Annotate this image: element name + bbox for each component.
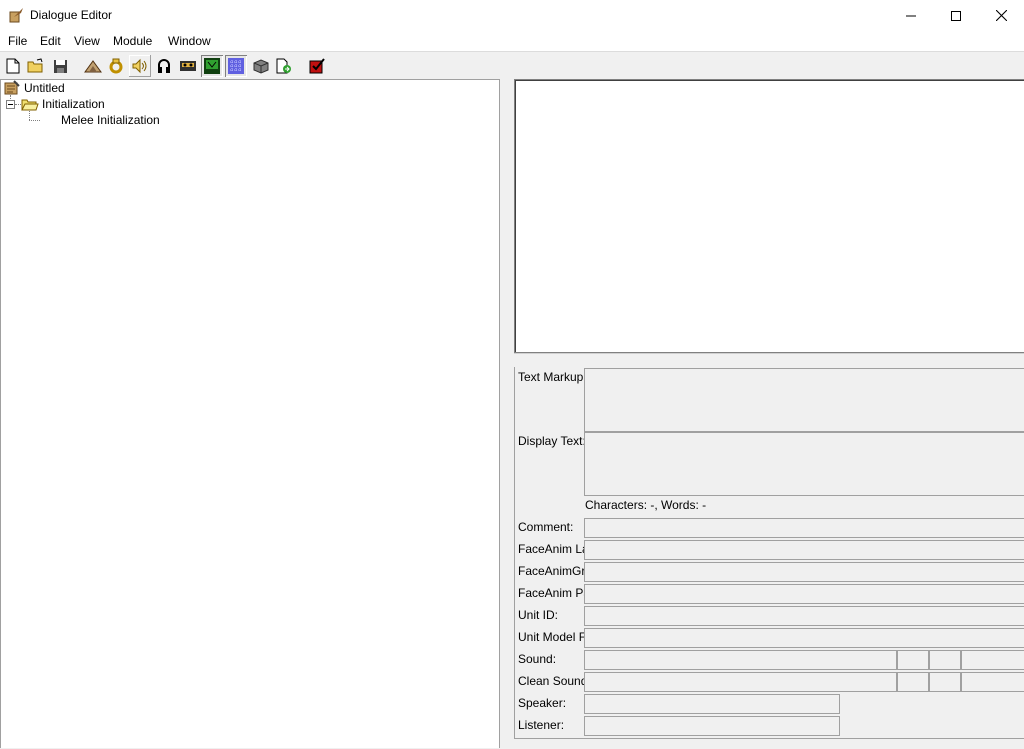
preview-area[interactable]	[514, 79, 1024, 353]
tree-node-melee-initialization[interactable]: Melee Initialization	[60, 112, 161, 128]
comment-label: Comment:	[518, 520, 574, 534]
tree-node-initialization[interactable]: Initialization	[21, 96, 106, 112]
ring-icon	[109, 58, 123, 74]
character-word-count: Characters: -, Words: -	[585, 498, 707, 512]
collapse-toggle[interactable]	[6, 100, 15, 109]
sound-field[interactable]	[584, 650, 897, 670]
terrain-icon	[84, 60, 102, 73]
sound-play-button[interactable]	[897, 650, 929, 670]
ring-button[interactable]	[105, 55, 127, 77]
clean-sound-stop-button[interactable]	[929, 672, 961, 692]
horizontal-scrollbar[interactable]	[514, 353, 1024, 368]
noise-icon	[228, 58, 244, 74]
sound-stop-button[interactable]	[929, 650, 961, 670]
monitor-button[interactable]	[201, 55, 223, 77]
listener-label: Listener:	[518, 718, 565, 732]
speaker-label: Speaker:	[518, 696, 567, 710]
sound-speaker-icon	[132, 58, 147, 74]
folder-open-icon	[21, 99, 39, 111]
clean-sound-browse-button[interactable]	[961, 672, 1024, 692]
faceanim-label-label: FaceAnim Label:	[518, 542, 584, 556]
package-button[interactable]	[250, 55, 272, 77]
save-button[interactable]	[49, 55, 71, 77]
noise-button[interactable]	[225, 55, 247, 77]
unit-model-file-label: Unit Model File:	[518, 630, 584, 644]
clean-sound-label: Clean Sound:	[518, 674, 584, 688]
menu-window[interactable]: Window	[168, 34, 211, 48]
faceanim-group-label: FaceAnimGroup:	[518, 564, 584, 578]
close-icon	[995, 10, 1007, 21]
checkbox-button[interactable]	[306, 55, 328, 77]
display-text-field[interactable]	[584, 432, 1024, 496]
sound-label: Sound:	[518, 652, 557, 666]
scroll-document-icon	[4, 80, 20, 95]
tree-view[interactable]: Untitled Initialization Melee Initializa…	[0, 79, 500, 748]
save-disk-icon	[53, 59, 67, 73]
maximize-icon	[951, 10, 961, 21]
text-markup-field[interactable]	[584, 368, 1024, 432]
tape-icon	[180, 61, 196, 71]
properties-panel: Text Markup: Display Text: Characters: -…	[514, 367, 1024, 748]
monitor-icon	[204, 58, 220, 74]
text-markup-label: Text Markup:	[518, 370, 584, 384]
checkbox-icon	[309, 58, 325, 74]
menu-view[interactable]: View	[74, 34, 100, 48]
title-bar: Dialogue Editor	[0, 0, 1024, 31]
tree-label-initialization: Initialization	[42, 97, 105, 111]
unit-model-file-field[interactable]	[584, 628, 1024, 648]
sound-browse-button[interactable]	[961, 650, 1024, 670]
menu-file[interactable]: File	[8, 34, 27, 48]
menu-edit[interactable]: Edit	[40, 34, 61, 48]
headphones-icon	[158, 59, 170, 73]
tree-line	[29, 120, 40, 121]
tree-label-melee-initialization: Melee Initialization	[61, 113, 160, 127]
faceanim-group-field[interactable]	[584, 562, 1024, 582]
maximize-button[interactable]	[933, 0, 979, 31]
minimize-button[interactable]	[888, 0, 934, 31]
open-button[interactable]	[25, 55, 47, 77]
package-icon	[253, 59, 269, 74]
menu-bar: File Edit View Module Window	[0, 31, 1024, 52]
clean-sound-play-button[interactable]	[897, 672, 929, 692]
tree-label-root: Untitled	[24, 81, 65, 95]
window-title: Dialogue Editor	[30, 8, 113, 22]
faceanim-label-field[interactable]	[584, 540, 1024, 560]
clean-sound-field[interactable]	[584, 672, 897, 692]
listener-field[interactable]	[584, 716, 840, 736]
close-button[interactable]	[978, 0, 1024, 31]
faceanim-path-label: FaceAnim Path:	[518, 586, 584, 600]
new-file-icon	[6, 58, 20, 74]
unit-id-field[interactable]	[584, 606, 1024, 626]
pane-splitter[interactable]	[501, 79, 512, 748]
tree-line	[29, 111, 30, 120]
minimize-icon	[906, 15, 916, 16]
headphones-button[interactable]	[153, 55, 175, 77]
comment-field[interactable]	[584, 518, 1024, 538]
display-text-label: Display Text:	[518, 434, 584, 448]
new-button[interactable]	[2, 55, 24, 77]
menu-module[interactable]: Module	[113, 34, 152, 48]
app-quill-icon	[9, 8, 23, 23]
toolbar	[0, 52, 1024, 78]
tape-button[interactable]	[177, 55, 199, 77]
faceanim-path-field[interactable]	[584, 584, 1024, 604]
tree-node-root[interactable]: Untitled	[3, 80, 66, 96]
speaker-field[interactable]	[584, 694, 840, 714]
export-button[interactable]	[273, 55, 295, 77]
unit-id-label: Unit ID:	[518, 608, 559, 622]
sound-button[interactable]	[129, 55, 151, 77]
panel-bottom-edge	[514, 738, 1024, 749]
export-icon	[276, 58, 291, 74]
open-folder-icon	[27, 58, 43, 73]
terrain-button[interactable]	[82, 55, 104, 77]
